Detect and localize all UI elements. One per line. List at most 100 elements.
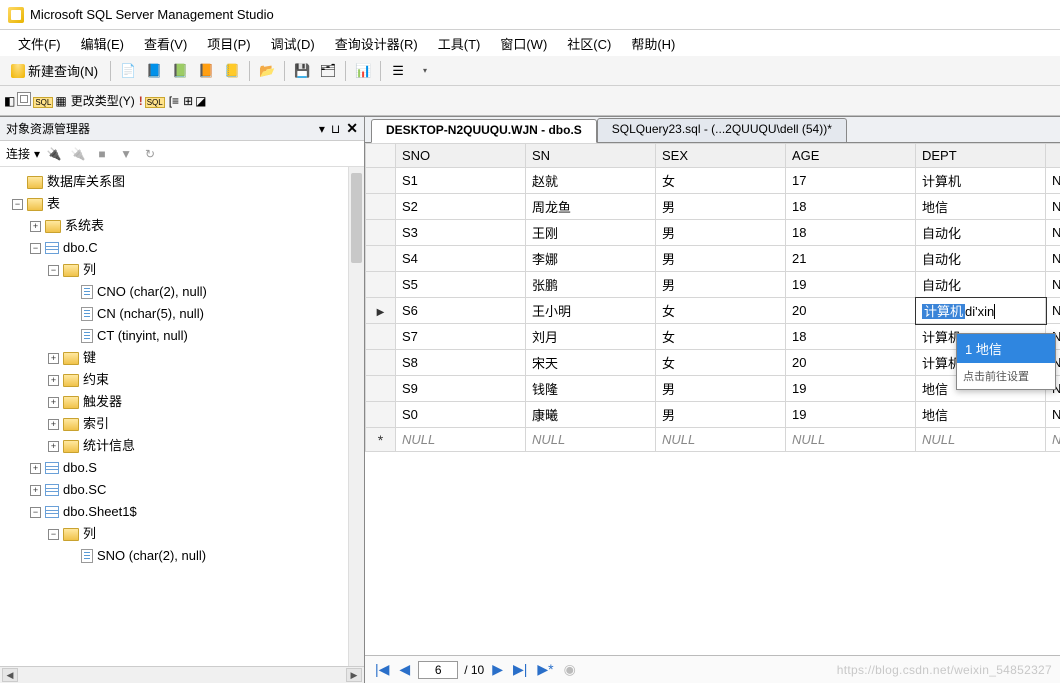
cell-sno[interactable]: S2 [396,194,526,220]
open-file-button[interactable]: 📄 [116,59,140,83]
cell-sn[interactable]: 张鹏 [526,272,656,298]
cell-age[interactable]: 18 [786,220,916,246]
nav-next-button[interactable]: ▶ [490,661,505,678]
ime-hint[interactable]: 点击前往设置 [957,363,1055,389]
tree-vscrollbar[interactable] [348,167,364,666]
cell-dept[interactable]: 自动化 [916,220,1046,246]
filter-icon[interactable]: ▼ [116,144,136,164]
cell-sno[interactable]: S5 [396,272,526,298]
cell-dept[interactable]: 自动化 [916,272,1046,298]
new-query-button[interactable]: 新建查询(N) [4,59,105,83]
menu-community[interactable]: 社区(C) [559,31,619,56]
cell-null[interactable]: NULL [916,428,1046,452]
row-indicator[interactable] [366,350,396,376]
collapse-icon[interactable]: − [48,529,59,540]
cell-sex[interactable]: 男 [656,402,786,428]
cell-sex[interactable]: 女 [656,168,786,194]
tree-triggers[interactable]: 触发器 [83,391,122,413]
btn-other[interactable]: ◪ [195,94,206,108]
tree-col-sno[interactable]: SNO (char(2), null) [97,545,206,567]
cell-extra[interactable]: N [1046,402,1060,428]
connect-label[interactable]: 连接 [6,145,30,162]
cell-null[interactable]: NULL [526,428,656,452]
connect-icon[interactable]: 🔌 [44,144,64,164]
btn-addtable[interactable]: ⊞ [183,94,193,108]
tree-columns2[interactable]: 列 [83,523,96,545]
expand-icon[interactable]: + [48,375,59,386]
nav-last-button[interactable]: ▶| [511,661,529,678]
tree-dbo-sheet1[interactable]: dbo.Sheet1$ [63,501,137,523]
cell-sn[interactable]: 刘月 [526,324,656,350]
cell-null[interactable]: NULL [396,428,526,452]
tree-hscrollbar[interactable]: ◀ ▶ [0,666,364,683]
refresh-icon[interactable]: ↻ [140,144,160,164]
save-button[interactable]: 💾 [290,59,314,83]
btn-list[interactable]: ☰ [386,59,410,83]
nav-new-button[interactable]: ▶* [535,661,555,678]
row-indicator[interactable] [366,298,396,324]
menu-view[interactable]: 查看(V) [136,31,195,56]
collapse-icon[interactable]: − [48,265,59,276]
cell-sn[interactable]: 王小明 [526,298,656,324]
expand-icon[interactable]: + [30,485,41,496]
menu-help[interactable]: 帮助(H) [623,31,683,56]
cell-sex[interactable]: 男 [656,220,786,246]
table-row[interactable]: S0康曦男19地信N [366,402,1060,428]
cell-sex[interactable]: 男 [656,246,786,272]
cell-age[interactable]: 17 [786,168,916,194]
cell-age[interactable]: 18 [786,324,916,350]
cell-null[interactable]: NULL [656,428,786,452]
cell-dept[interactable]: 自动化 [916,246,1046,272]
menu-debug[interactable]: 调试(D) [263,31,323,56]
object-tree[interactable]: 数据库关系图 −表 +系统表 −dbo.C −列 CNO (char(2), n… [0,167,364,666]
cell-sno[interactable]: S9 [396,376,526,402]
cell-sno[interactable]: S6 [396,298,526,324]
cell-null[interactable]: NULL [786,428,916,452]
cell-sno[interactable]: S3 [396,220,526,246]
cell-age[interactable]: 19 [786,402,916,428]
scroll-right-icon[interactable]: ▶ [346,668,362,682]
col-header-sn[interactable]: SN [526,144,656,168]
cell-dept[interactable]: 地信 [916,194,1046,220]
cell-sex[interactable]: 男 [656,194,786,220]
tree-dbo-c[interactable]: dbo.C [63,237,98,259]
row-indicator[interactable] [366,194,396,220]
cell-age[interactable]: 21 [786,246,916,272]
menu-querydesigner[interactable]: 查询设计器(R) [327,31,426,56]
cell-extra[interactable]: N [1046,246,1060,272]
row-indicator[interactable] [366,402,396,428]
tree-columns[interactable]: 列 [83,259,96,281]
cell-dept[interactable]: 计算机di'xin [916,298,1046,324]
cell-extra[interactable]: N [1046,298,1060,324]
ime-candidate-1[interactable]: 1 地信 [957,334,1055,363]
nav-stop-button[interactable]: ◉ [562,661,578,678]
cell-sno[interactable]: S1 [396,168,526,194]
nav-position-input[interactable] [418,661,458,679]
btn-dbscript3[interactable]: 📙 [194,59,218,83]
collapse-icon[interactable]: − [30,243,41,254]
btn-activity[interactable]: 📊 [351,59,375,83]
btn-grid[interactable] [17,92,31,109]
cell-sn[interactable]: 宋天 [526,350,656,376]
nav-first-button[interactable]: |◀ [373,661,391,678]
cell-age[interactable]: 20 [786,298,916,324]
cell-sex[interactable]: 女 [656,324,786,350]
btn-results[interactable]: ▦ [55,94,66,108]
cell-age[interactable]: 19 [786,272,916,298]
cell-age[interactable]: 18 [786,194,916,220]
tree-constraints[interactable]: 约束 [83,369,109,391]
row-indicator[interactable] [366,220,396,246]
expand-icon[interactable]: + [48,397,59,408]
tree-keys[interactable]: 键 [83,347,96,369]
tree-tables[interactable]: 表 [47,193,60,215]
expand-icon[interactable]: + [30,463,41,474]
tree-col-ct[interactable]: CT (tinyint, null) [97,325,188,347]
open-button[interactable]: 📂 [255,59,279,83]
table-row[interactable]: S6王小明女20计算机di'xinN [366,298,1060,324]
col-header-dept[interactable]: DEPT [916,144,1046,168]
expand-icon[interactable]: + [48,441,59,452]
btn-dbscript1[interactable]: 📘 [142,59,166,83]
btn-groupby[interactable]: [≡ [169,94,179,108]
menu-tools[interactable]: 工具(T) [430,31,489,56]
tree-dbo-s[interactable]: dbo.S [63,457,97,479]
